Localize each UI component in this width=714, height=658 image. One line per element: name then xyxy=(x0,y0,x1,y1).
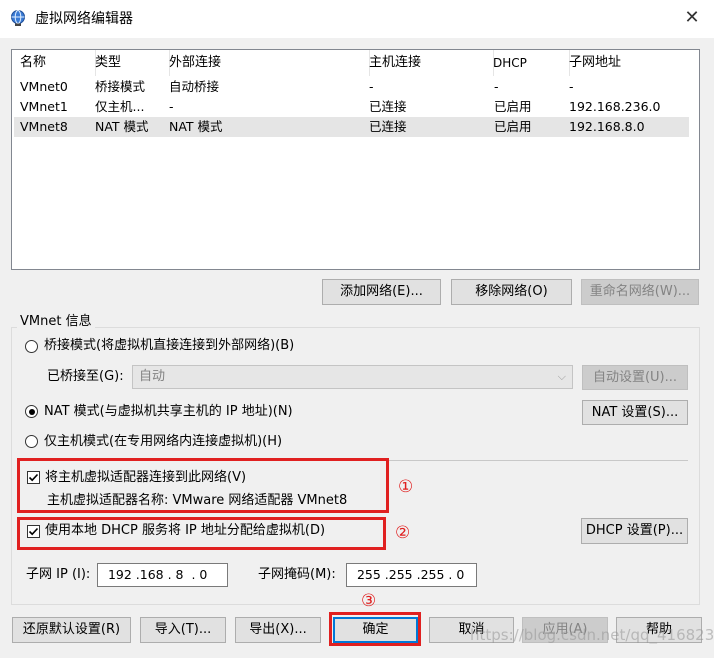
dhcp-settings-button[interactable]: DHCP 设置(P)... xyxy=(581,518,688,544)
table-row[interactable]: VMnet0 桥接模式 自动桥接 - - - xyxy=(14,77,689,97)
group-border xyxy=(699,327,700,604)
column-header-dhcp[interactable]: DHCP xyxy=(487,50,570,76)
host-only-label[interactable]: 仅主机模式(在专用网络内连接虚拟机)(H) xyxy=(44,433,282,451)
cell-subnet: 192.168.8.0 xyxy=(569,119,645,134)
bridge-mode-label[interactable]: 桥接模式(将虚拟机直接连接到外部网络)(B) xyxy=(44,337,294,355)
host-only-radio[interactable] xyxy=(25,435,38,448)
nat-mode-radio[interactable] xyxy=(25,405,38,418)
cell-subnet: - xyxy=(569,79,574,94)
cell-name: VMnet8 xyxy=(20,119,68,134)
cell-type: 仅主机... xyxy=(95,99,145,114)
chevron-down-icon: ⌵ xyxy=(557,370,566,383)
column-header-external[interactable]: 外部连接 xyxy=(163,50,370,76)
group-border xyxy=(11,327,12,604)
auto-settings-button[interactable]: 自动设置(U)... xyxy=(582,365,688,390)
rename-network-button[interactable]: 重命名网络(W)... xyxy=(581,279,699,305)
bridged-to-value: 自动 xyxy=(139,369,166,384)
subnet-ip-label: 子网 IP (I): xyxy=(26,567,91,582)
cell-name: VMnet0 xyxy=(20,79,68,94)
annotation-number-2: ② xyxy=(395,523,411,543)
cell-name: VMnet1 xyxy=(20,99,68,114)
annotation-number-3: ③ xyxy=(361,591,377,611)
cell-external: - xyxy=(169,99,174,114)
cell-external: NAT 模式 xyxy=(169,119,223,134)
annotation-box-1 xyxy=(17,458,389,513)
cell-external: 自动桥接 xyxy=(169,79,220,94)
group-border xyxy=(11,327,700,328)
column-header-host[interactable]: 主机连接 xyxy=(363,50,494,76)
title-bar: 虚拟网络编辑器 ✕ xyxy=(0,0,714,38)
bridged-to-label: 已桥接至(G): xyxy=(47,369,124,384)
group-border xyxy=(11,604,700,605)
cell-type: NAT 模式 xyxy=(95,119,149,134)
watermark: https://blog.csdn.net/qq_41682356 xyxy=(470,626,714,644)
table-row[interactable]: VMnet1 仅主机... - 已连接 已启用 192.168.236.0 xyxy=(14,97,689,117)
cell-host: 已连接 xyxy=(369,99,407,114)
restore-defaults-button[interactable]: 还原默认设置(R) xyxy=(12,617,131,643)
table-row-selected[interactable]: VMnet8 NAT 模式 NAT 模式 已连接 已启用 192.168.8.0 xyxy=(14,117,689,137)
export-button[interactable]: 导出(X)... xyxy=(235,617,321,643)
annotation-box-2 xyxy=(17,517,386,550)
add-network-button[interactable]: 添加网络(E)... xyxy=(322,279,441,305)
column-header-name[interactable]: 名称 xyxy=(14,50,96,76)
subnet-mask-field[interactable]: 255 .255 .255 . 0 xyxy=(346,563,477,587)
window-title: 虚拟网络编辑器 xyxy=(35,11,133,27)
cell-type: 桥接模式 xyxy=(95,79,146,94)
nat-mode-label[interactable]: NAT 模式(与虚拟机共享主机的 IP 地址)(N) xyxy=(44,403,293,421)
remove-network-button[interactable]: 移除网络(O) xyxy=(451,279,572,305)
cell-host: 已连接 xyxy=(369,119,407,134)
annotation-number-1: ① xyxy=(398,477,414,497)
bridged-to-select[interactable]: 自动 ⌵ xyxy=(132,365,573,389)
cell-dhcp: 已启用 xyxy=(494,119,532,134)
bridge-mode-radio[interactable] xyxy=(25,340,38,353)
cell-host: - xyxy=(369,79,374,94)
network-list[interactable]: 名称 类型 外部连接 主机连接 DHCP 子网地址 VMnet0 桥接模式 自动… xyxy=(11,49,700,270)
cell-subnet: 192.168.236.0 xyxy=(569,99,661,114)
cell-dhcp: 已启用 xyxy=(494,99,532,114)
ok-button[interactable]: 确定 xyxy=(333,617,418,643)
column-header-subnet[interactable]: 子网地址 xyxy=(563,50,695,76)
column-header-type[interactable]: 类型 xyxy=(89,50,170,76)
subnet-ip-field[interactable]: 192 .168 . 8 . 0 xyxy=(97,563,228,587)
nat-settings-button[interactable]: NAT 设置(S)... xyxy=(582,400,688,425)
import-button[interactable]: 导入(T)... xyxy=(140,617,226,643)
vmnet-info-title: VMnet 信息 xyxy=(17,314,95,330)
subnet-mask-label: 子网掩码(M): xyxy=(258,567,336,582)
network-globe-icon xyxy=(11,10,25,26)
close-button[interactable]: ✕ xyxy=(676,4,708,34)
cell-dhcp: - xyxy=(494,79,499,94)
